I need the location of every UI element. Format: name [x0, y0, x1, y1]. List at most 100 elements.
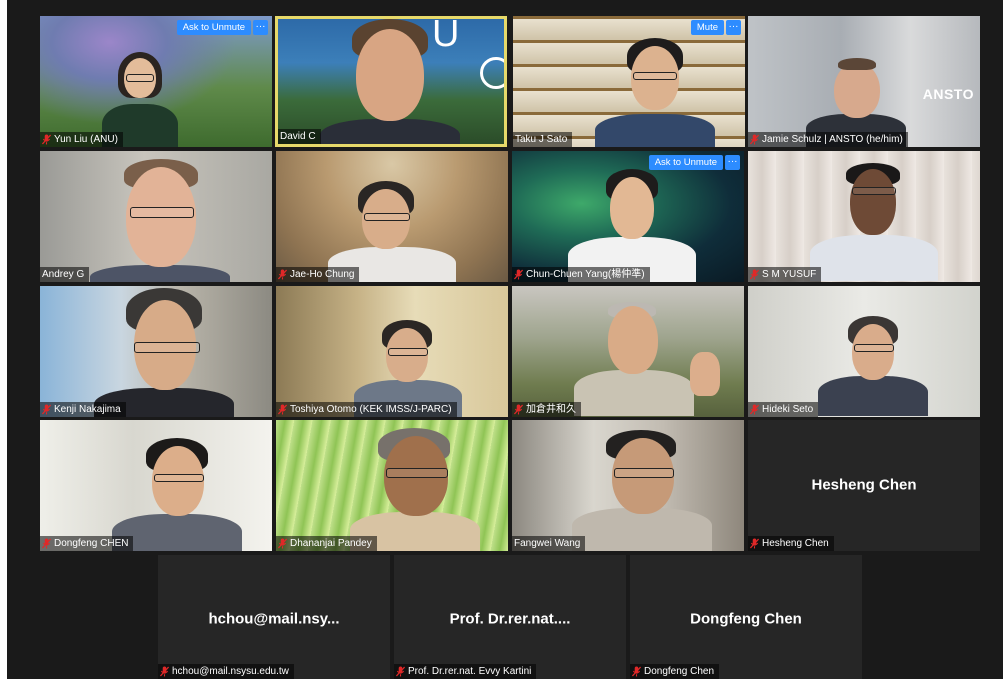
participant-name-tag: Hesheng Chen [748, 536, 834, 551]
participant-video [276, 420, 508, 551]
mic-muted-icon [278, 404, 287, 415]
ask-to-unmute-button[interactable]: Ask to Unmute [648, 155, 723, 170]
participant-name: Yun Liu (ANU) [54, 134, 118, 145]
participant-name: Hideki Seto [762, 404, 814, 415]
participant-name: Jae-Ho Chung [290, 269, 355, 280]
participant-video [512, 151, 744, 282]
participant-name: 加倉井和久 [526, 404, 576, 415]
video-tile-kenji-nakajima[interactable]: Kenji Nakajima [40, 286, 272, 417]
participant-name-tag: Taku J Sato [513, 132, 573, 147]
participant-name: Kenji Nakajima [54, 404, 121, 415]
video-tile-jamie-schulz[interactable]: ANSTO Jamie Schulz | ANSTO (he/him) [748, 16, 980, 147]
video-tile-hchou[interactable]: hchou@mail.nsy... hchou@mail.nsysu.edu.t… [158, 555, 390, 679]
participant-name-tag: Hideki Seto [748, 402, 819, 417]
participant-name-tag: Kenji Nakajima [40, 402, 126, 417]
participant-name: hchou@mail.nsysu.edu.tw [172, 666, 289, 677]
mic-muted-icon [632, 666, 641, 677]
video-tile-fangwei-wang[interactable]: Fangwei Wang [512, 420, 744, 551]
participant-name: Prof. Dr.rer.nat. Evvy Kartini [408, 666, 532, 677]
participant-name-tag: Dongfeng CHEN [40, 536, 134, 551]
tile-controls: Mute ··· [690, 20, 741, 35]
participant-video [748, 286, 980, 417]
more-options-button[interactable]: ··· [726, 20, 741, 35]
mic-muted-icon [42, 134, 51, 145]
participant-name-tag: Jamie Schulz | ANSTO (he/him) [748, 132, 908, 147]
video-tile-dhananjai-pandey[interactable]: Dhananjai Pandey [276, 420, 508, 551]
participant-video [748, 151, 980, 282]
participant-name-tag: Chun-Chuen Yang(楊仲準) [512, 267, 650, 282]
video-tile-kakurai[interactable]: 加倉井和久 [512, 286, 744, 417]
mic-muted-icon [278, 269, 287, 280]
mic-muted-icon [750, 134, 759, 145]
participant-video: ANSTO [748, 16, 980, 147]
mic-muted-icon [750, 538, 759, 549]
participant-name: Taku J Sato [515, 134, 568, 145]
mic-muted-icon [750, 269, 759, 280]
mute-button[interactable]: Mute [690, 20, 724, 35]
participant-name-tag: Prof. Dr.rer.nat. Evvy Kartini [394, 664, 537, 679]
participant-display-name: Prof. Dr.rer.nat.... [449, 610, 571, 628]
background-circle-decoration [480, 57, 504, 89]
mic-muted-icon [278, 538, 287, 549]
video-tile-david-c[interactable]: U David C [275, 16, 507, 147]
video-tile-hideki-seto[interactable]: Hideki Seto [748, 286, 980, 417]
participant-name: Dhananjai Pandey [290, 538, 372, 549]
participant-name: Fangwei Wang [514, 538, 581, 549]
mic-muted-icon [396, 666, 405, 677]
participant-name: Chun-Chuen Yang(楊仲準) [526, 269, 645, 280]
mic-muted-icon [514, 269, 523, 280]
video-tile-hesheng-chen[interactable]: Hesheng Chen Hesheng Chen [748, 420, 980, 551]
ansto-logo: ANSTO [922, 86, 974, 102]
video-tile-evvy-kartini[interactable]: Prof. Dr.rer.nat.... Prof. Dr.rer.nat. E… [394, 555, 626, 679]
mic-muted-icon [42, 404, 51, 415]
participant-name-tag: hchou@mail.nsysu.edu.tw [158, 664, 294, 679]
video-tile-dongfeng-chen-video[interactable]: Dongfeng CHEN [40, 420, 272, 551]
participant-name-tag: Toshiya Otomo (KEK IMSS/J-PARC) [276, 402, 457, 417]
participant-display-name: hchou@mail.nsy... [208, 610, 340, 628]
video-tile-taku-sato[interactable]: Mute ··· Taku J Sato [513, 16, 745, 147]
participant-name: Andrey G [42, 269, 85, 280]
tile-controls: Ask to Unmute ··· [176, 20, 268, 35]
participant-video [276, 151, 508, 282]
more-options-button[interactable]: ··· [725, 155, 740, 170]
mic-muted-icon [514, 404, 523, 415]
waving-hand [690, 352, 720, 396]
participant-name: David C [280, 131, 316, 142]
participant-video [40, 151, 272, 282]
participant-name: S M YUSUF [762, 269, 817, 280]
participant-video [513, 16, 745, 147]
participant-video [40, 16, 272, 147]
video-tile-dongfeng-chen-off[interactable]: Dongfeng Chen Dongfeng Chen [630, 555, 862, 679]
participant-name: Jamie Schulz | ANSTO (he/him) [762, 134, 903, 145]
video-tile-toshiya-otomo[interactable]: Toshiya Otomo (KEK IMSS/J-PARC) [276, 286, 508, 417]
video-tile-yun-liu[interactable]: Ask to Unmute ··· Yun Liu (ANU) [40, 16, 272, 147]
participant-video [40, 420, 272, 551]
participant-name-tag: S M YUSUF [748, 267, 822, 282]
participant-name: Hesheng Chen [762, 538, 829, 549]
gallery-stage: Ask to Unmute ··· Yun Liu (ANU) U David … [7, 0, 1003, 679]
video-tile-andrey-g[interactable]: Andrey G [40, 151, 272, 282]
tile-controls: Ask to Unmute ··· [648, 155, 740, 170]
video-tile-chun-chuen-yang[interactable]: Ask to Unmute ··· Chun-Chuen Yang(楊仲準) [512, 151, 744, 282]
participant-video [276, 286, 508, 417]
participant-name-tag: David C [278, 129, 321, 144]
participant-name: Dongfeng CHEN [54, 538, 129, 549]
mic-muted-icon [42, 538, 51, 549]
participant-name-tag: Dongfeng Chen [630, 664, 720, 679]
video-tile-jae-ho-chung[interactable]: Jae-Ho Chung [276, 151, 508, 282]
participant-name-tag: Yun Liu (ANU) [40, 132, 123, 147]
participant-name-tag: Fangwei Wang [512, 536, 586, 551]
participant-display-name: Dongfeng Chen [690, 610, 802, 628]
participant-name-tag: Dhananjai Pandey [276, 536, 377, 551]
video-tile-sm-yusuf[interactable]: S M YUSUF [748, 151, 980, 282]
participant-name-tag: Andrey G [40, 267, 90, 282]
more-options-button[interactable]: ··· [253, 20, 268, 35]
participant-video [512, 420, 744, 551]
ask-to-unmute-button[interactable]: Ask to Unmute [176, 20, 251, 35]
participant-video [40, 286, 272, 417]
participant-name: Dongfeng Chen [644, 666, 715, 677]
participant-name-tag: 加倉井和久 [512, 402, 581, 417]
mic-muted-icon [750, 404, 759, 415]
participant-name-tag: Jae-Ho Chung [276, 267, 360, 282]
mic-muted-icon [160, 666, 169, 677]
